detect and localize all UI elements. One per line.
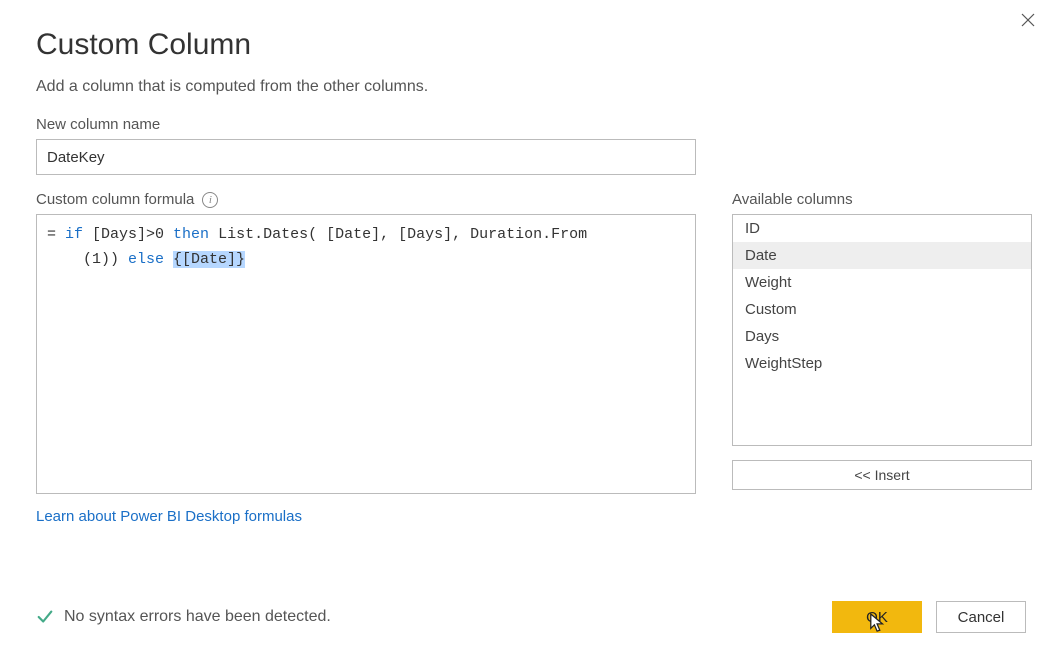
formula-token (164, 251, 173, 268)
available-columns-label-text: Available columns (732, 191, 853, 208)
dialog-title: Custom Column (36, 28, 1026, 62)
available-column-item[interactable]: Date (733, 242, 1031, 269)
formula-keyword: else (128, 251, 164, 268)
syntax-status-text: No syntax errors have been detected. (64, 608, 331, 626)
ok-button[interactable]: OK (832, 601, 922, 633)
formula-label: Custom column formula i (36, 191, 696, 208)
formula-editor[interactable]: = if [Days]>0 then List.Dates( [Date], [… (36, 214, 696, 494)
available-column-item[interactable]: Days (733, 323, 1031, 350)
available-column-item[interactable]: ID (733, 215, 1031, 242)
new-column-name-label-text: New column name (36, 116, 160, 133)
available-column-item[interactable]: WeightStep (733, 350, 1031, 377)
formula-keyword: if (65, 226, 83, 243)
dialog-subtitle: Add a column that is computed from the o… (36, 78, 1026, 96)
learn-link[interactable]: Learn about Power BI Desktop formulas (36, 508, 302, 525)
available-columns-list[interactable]: IDDateWeightCustomDaysWeightStep (732, 214, 1032, 446)
formula-token: (1)) (47, 251, 128, 268)
formula-token: = (47, 226, 65, 243)
checkmark-icon (36, 608, 54, 626)
formula-token: List.Dates( [Date], [Days], Duration.Fro… (209, 226, 587, 243)
formula-keyword: then (173, 226, 209, 243)
available-column-item[interactable]: Weight (733, 269, 1031, 296)
cancel-button[interactable]: Cancel (936, 601, 1026, 633)
available-column-item[interactable]: Custom (733, 296, 1031, 323)
ok-button-label: OK (866, 609, 888, 626)
formula-token: [Days]>0 (83, 226, 173, 243)
info-icon[interactable]: i (202, 192, 218, 208)
close-icon[interactable] (1018, 10, 1038, 30)
available-columns-label: Available columns (732, 191, 1032, 208)
syntax-status: No syntax errors have been detected. (36, 608, 331, 626)
formula-selection: {[Date]} (173, 251, 245, 268)
new-column-name-label: New column name (36, 116, 1026, 133)
insert-button[interactable]: << Insert (732, 460, 1032, 490)
new-column-name-input[interactable] (36, 139, 696, 175)
formula-label-text: Custom column formula (36, 191, 194, 208)
